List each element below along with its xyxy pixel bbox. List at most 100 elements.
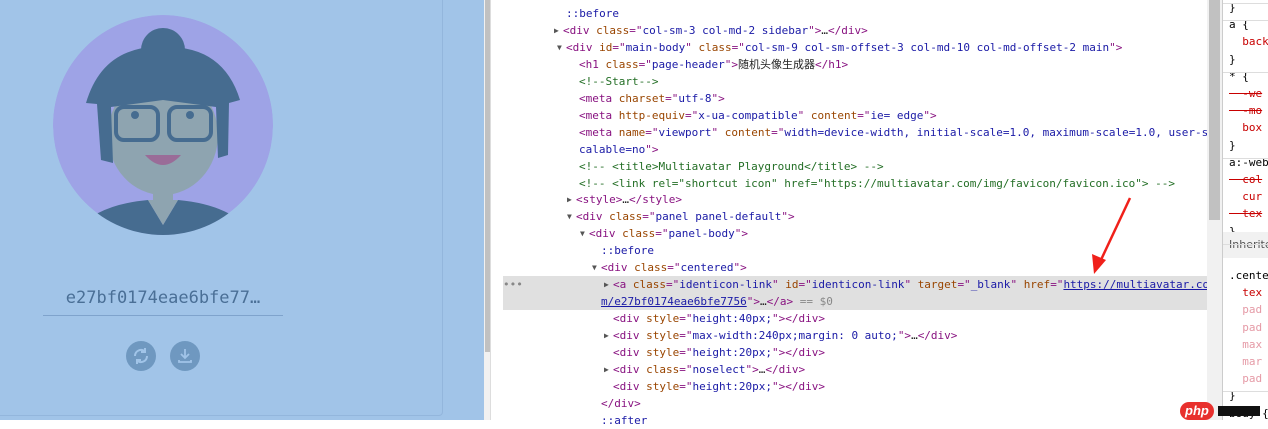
code-token: =" (679, 379, 693, 393)
elements-scrollbar[interactable] (1207, 0, 1222, 420)
expand-triangle-icon[interactable]: ▶ (604, 276, 609, 293)
dom-node-line[interactable]: <h1 class="page-header">随机头像生成器</h1> (579, 56, 848, 73)
code-token: <!--Start--> (579, 74, 659, 88)
code-token: =" (655, 227, 669, 241)
avatar-hash-input[interactable]: e27bf0174eae6bfe77… (43, 284, 283, 316)
dom-node-line[interactable]: ▶ <style>…</style> (567, 191, 682, 208)
code-token: style (646, 346, 680, 359)
code-token: </h1> (814, 57, 849, 71)
code-token: "> (808, 23, 822, 37)
code-token: href (1023, 278, 1051, 292)
code-token: " (771, 278, 786, 292)
code-token: identicon-link (811, 278, 905, 292)
collapse-triangle-icon[interactable]: ▼ (567, 208, 572, 225)
code-token: charset (618, 91, 666, 105)
code-token: <div (601, 261, 635, 275)
code-token: <div (563, 23, 597, 37)
code-token: col-sm-3 col-md-2 sidebar (642, 23, 809, 37)
code-token: class (609, 210, 643, 224)
code-token: <!-- <title>Multiavatar Playground</titl… (579, 159, 884, 173)
dom-node-line[interactable]: ::after (601, 412, 647, 429)
code-token: "> (724, 57, 738, 71)
code-token: height:40px; (692, 312, 772, 326)
expand-triangle-icon[interactable]: ▶ (554, 22, 559, 39)
code-token: </div> (601, 396, 641, 410)
dom-node-line[interactable]: <div style="height:20px;"></div> (613, 378, 825, 395)
code-token: <h1 (579, 57, 606, 71)
refresh-icon (133, 348, 149, 364)
collapse-triangle-icon[interactable]: ▼ (580, 225, 585, 242)
expand-triangle-icon[interactable]: ▶ (604, 327, 609, 344)
code-token: class (632, 278, 666, 292)
style-rule-line: tex (1229, 286, 1263, 300)
dom-node-line[interactable]: ▼ <div id="main-body" class="col-sm-9 col… (557, 39, 1122, 56)
expand-triangle-icon[interactable]: ▶ (604, 361, 609, 378)
dom-node-line[interactable]: ▼ <div class="panel-body"> (580, 225, 748, 242)
dom-node-line[interactable]: ▼ <div class="panel panel-default"> (567, 208, 795, 225)
dom-node-line[interactable]: ▶ <a class="identicon-link" id="identicon… (604, 276, 1209, 293)
style-rule-line: box (1229, 121, 1263, 135)
node-actions-ellipsis[interactable]: ••• (503, 276, 523, 293)
dom-node-line[interactable]: <meta name="viewport" content="width=dev… (579, 124, 1208, 141)
code-token: =" (771, 125, 785, 139)
dom-node-line[interactable]: ▶ <div class="noselect">…</div> (604, 361, 805, 378)
code-token: … (821, 23, 828, 37)
href-link[interactable]: https://multiavatar.co (1063, 278, 1209, 291)
code-token: =" (731, 40, 745, 54)
expand-triangle-icon[interactable]: ▶ (567, 191, 572, 208)
href-link[interactable]: m/e27bf0174eae6bfe7756 (601, 295, 747, 308)
code-token: main-body (625, 40, 686, 54)
code-token: height:20px; (692, 379, 772, 393)
dom-node-line[interactable]: <!-- <title>Multiavatar Playground</titl… (579, 158, 884, 175)
php-watermark: php (1180, 402, 1260, 420)
code-token: viewport (658, 125, 712, 139)
code-token: "></div> (771, 312, 825, 326)
code-token: =" (612, 40, 626, 54)
dom-node-line[interactable]: <!--Start--> (579, 73, 658, 90)
style-rule-line: cur (1229, 190, 1263, 204)
code-token: </style> (628, 193, 682, 207)
dom-node-line[interactable]: <meta charset="utf-8"> (579, 90, 725, 107)
dom-node-line[interactable]: ▼ <div class="centered"> (592, 259, 747, 276)
code-token: == $0 (793, 295, 833, 309)
style-rule-line: -we (1229, 87, 1263, 100)
collapse-triangle-icon[interactable]: ▼ (557, 39, 562, 56)
code-token: "> (897, 329, 912, 343)
code-token: style (646, 379, 680, 393)
dom-node-line[interactable]: ::before (601, 242, 654, 259)
code-token: =" (665, 91, 679, 105)
code-token: col-sm-9 col-sm-offset-3 col-md-10 col-m… (744, 40, 1110, 54)
dom-node-line[interactable]: <div style="height:40px;"></div> (613, 310, 825, 327)
code-token: 随机头像生成器 (737, 57, 815, 71)
code-token: " (797, 108, 811, 122)
code-token: " (1010, 278, 1024, 292)
code-token: =" (642, 210, 656, 224)
download-button[interactable] (170, 341, 200, 371)
dom-node-line[interactable]: <div style="height:20px;"></div> (613, 344, 825, 361)
code-token: </div> (827, 23, 868, 37)
dom-node-line[interactable]: <meta http-equiv="x-ua-compatible" conte… (579, 107, 937, 124)
dom-node-line[interactable]: ▶ <div style="max-width:240px;margin: 0 a… (604, 327, 957, 344)
code-token: "> (711, 91, 725, 105)
dom-node-line[interactable]: calable=no"> (579, 141, 658, 158)
code-token: identicon-link (679, 278, 772, 292)
dom-node-line[interactable]: ::before (566, 5, 619, 22)
dom-node-line[interactable]: m/e27bf0174eae6bfe7756">…</a> == $0 (601, 293, 833, 310)
styles-pane: } a { back} * { -we -mo box} a:-web col cur… (1222, 0, 1268, 420)
code-token: <!-- <link rel="shortcut icon" href="htt… (579, 176, 1176, 190)
code-token: =" (667, 261, 681, 275)
dom-node-line[interactable]: <!-- <link rel="shortcut icon" href="htt… (579, 175, 1175, 192)
dom-node-line[interactable]: </div> (601, 395, 641, 412)
code-token: <div (613, 362, 647, 376)
collapse-triangle-icon[interactable]: ▼ (592, 259, 597, 276)
code-token: =" (629, 23, 643, 37)
code-token: style (646, 312, 680, 326)
code-token: <meta (579, 91, 619, 105)
refresh-button[interactable] (126, 341, 156, 371)
dom-node-line[interactable]: ▶ <div class="col-sm-3 col-md-2 sidebar">… (554, 22, 868, 39)
code-token: class (596, 23, 630, 37)
style-rule-line: .cente (1229, 269, 1268, 282)
avatar-link[interactable] (53, 15, 273, 235)
code-token: http-equiv (618, 108, 685, 122)
code-token: … (622, 193, 629, 207)
